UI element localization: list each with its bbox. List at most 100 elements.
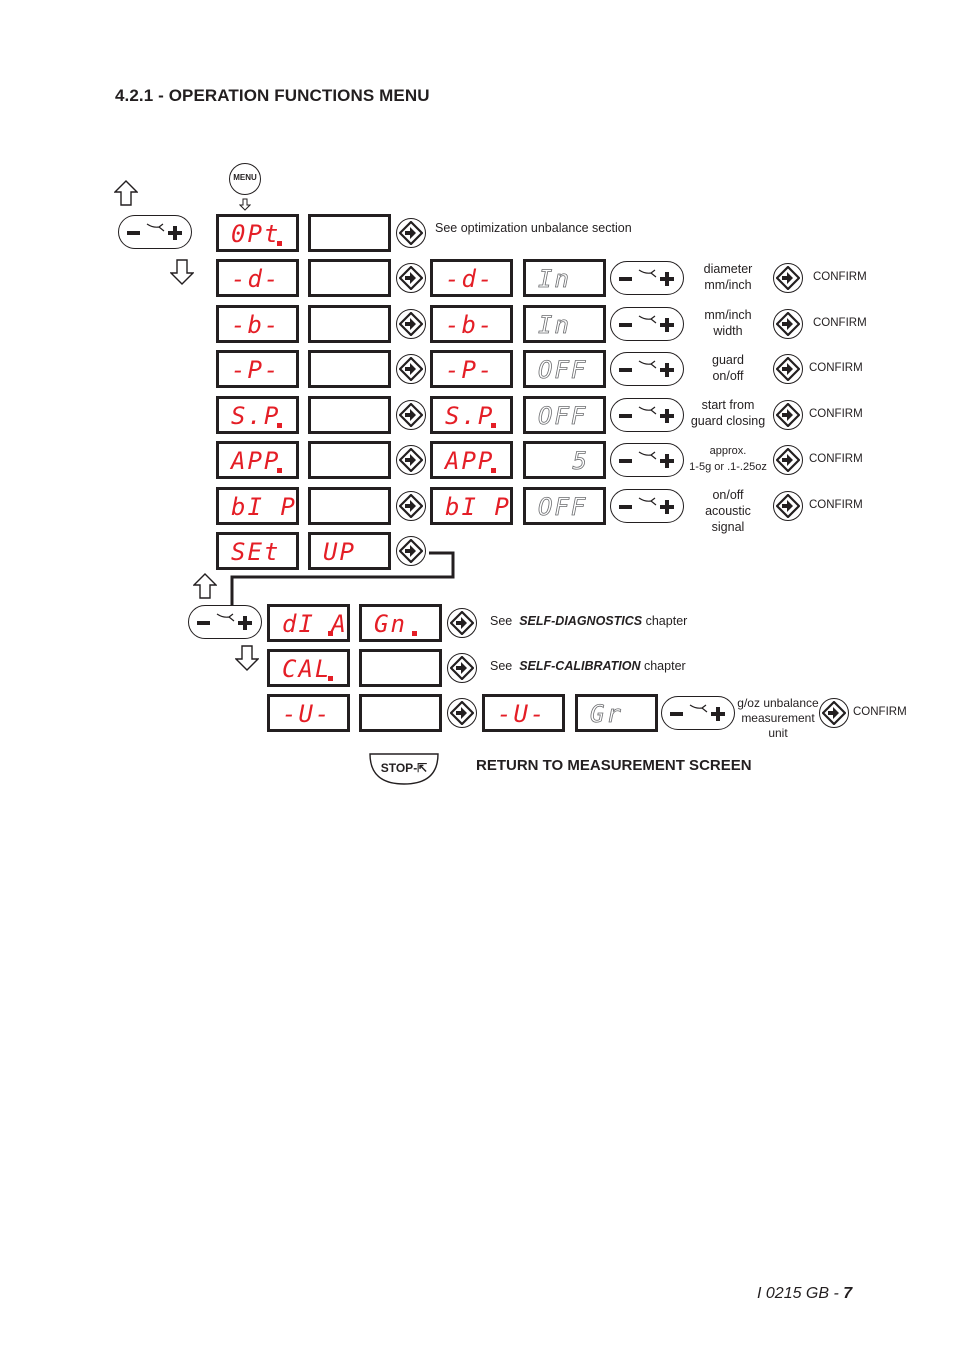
enter-arrow-icon [776,494,800,518]
setting-label-line: width [713,324,743,338]
enter-button[interactable] [773,309,803,339]
setting-label-line: mm/inch [704,308,752,322]
setup-note: See SELF-DIAGNOSTICS chapter [490,614,687,628]
setup-code-display: CAL [267,649,350,687]
setting-label-line: approx. [709,445,747,457]
enter-button[interactable] [396,445,426,475]
enter-arrow-icon [399,448,423,472]
enter-button[interactable] [773,491,803,521]
enter-button[interactable] [447,653,477,683]
submenu-code-display: bI P [430,487,513,525]
display-text: bI P [445,493,511,521]
submenu-code-display: -b- [430,305,513,343]
setting-label-line: measurement [741,711,815,725]
display-text: S.P [445,402,495,430]
minus-plus-button[interactable] [610,398,684,432]
setting-label-line: signal [711,520,745,534]
menu-button[interactable]: MENU [229,163,261,195]
display-text: In [538,265,571,294]
confirm-label: CONFIRM [813,271,867,283]
decimal-point [412,631,417,636]
decimal-point [491,423,496,428]
menu-value-display [308,487,391,525]
minus-plus-button[interactable] [610,352,684,386]
menu-value-display [308,259,391,297]
enter-arrow-icon [776,403,800,427]
enter-button[interactable] [396,309,426,339]
menu-note: See optimization unbalance section [435,221,632,235]
setup-code-display: -U- [267,694,350,732]
minus-plus-button[interactable] [661,696,735,730]
setup-sub-code-display: -U- [482,694,565,732]
display-text: -b- [231,311,281,339]
enter-button[interactable] [396,354,426,384]
display-text: -d- [231,265,281,293]
stop-button[interactable]: STOP-⇱ [368,752,440,786]
submenu-value-display: OFF [523,396,606,434]
enter-button[interactable] [396,400,426,430]
connector-line [230,551,455,608]
display-text: S.P [231,402,281,430]
enter-button[interactable] [773,263,803,293]
enter-arrow-icon [450,701,474,725]
menu-value-display [308,214,391,252]
enter-button[interactable] [773,354,803,384]
confirm-label: CONFIRM [809,362,863,374]
display-text: 0Pt [231,220,281,248]
minus-plus-button[interactable] [610,307,684,341]
arrow-up-icon [114,180,138,206]
enter-button[interactable] [773,445,803,475]
display-text: Gn [374,610,407,638]
setting-label: mm/inch width [682,307,774,339]
arrow-down-icon [235,645,259,671]
confirm-label: CONFIRM [809,408,863,420]
minus-plus-button[interactable] [610,261,684,295]
enter-arrow-icon [822,701,846,725]
note-suffix: chapter [645,614,688,628]
setting-label-line: g/oz unbalance [737,696,819,710]
menu-value-display [308,441,391,479]
minus-plus-icon [619,451,674,468]
confirm-label: CONFIRM [813,317,867,329]
arrow-down-icon [170,259,194,285]
minus-plus-button[interactable] [610,443,684,477]
setup-value-display [359,694,442,732]
minus-plus-button[interactable] [118,215,192,249]
note-chapter: SELF-CALIBRATION [519,659,641,673]
enter-button[interactable] [447,698,477,728]
note-suffix: chapter [643,659,686,673]
enter-button[interactable] [773,400,803,430]
enter-button[interactable] [447,608,477,638]
note-chapter: SELF-DIAGNOSTICS [519,614,643,628]
enter-button[interactable] [396,263,426,293]
enter-button[interactable] [396,491,426,521]
enter-button[interactable] [396,218,426,248]
section-title: 4.2.1 - OPERATION FUNCTIONS MENU [115,86,430,105]
enter-arrow-icon [399,312,423,336]
enter-button[interactable] [819,698,849,728]
enter-arrow-icon [776,357,800,381]
display-text: OFF [538,356,588,385]
submenu-value-display: OFF [523,487,606,525]
display-text: -P- [445,356,495,384]
note-prefix: See [490,614,513,628]
setup-note: See SELF-CALIBRATION chapter [490,659,686,673]
page-number: 7 [843,1285,853,1302]
submenu-value-display: In [523,259,606,297]
display-text: OFF [538,493,588,522]
minus-plus-icon [619,406,674,423]
minus-plus-icon [619,497,674,514]
menu-code-display: S.P [216,396,299,434]
display-text: -b- [445,311,495,339]
arrow-up-icon [193,573,217,599]
minus-plus-button[interactable] [610,489,684,523]
display-text: -d- [445,265,495,293]
setup-value-display [359,649,442,687]
minus-plus-icon [197,613,252,630]
submenu-value-display: 5 [523,441,606,479]
enter-arrow-icon [776,266,800,290]
setting-label-line: mm/inch [704,278,752,292]
confirm-label: CONFIRM [809,499,863,511]
minus-plus-button[interactable] [188,605,262,639]
display-text: -P- [231,356,281,384]
